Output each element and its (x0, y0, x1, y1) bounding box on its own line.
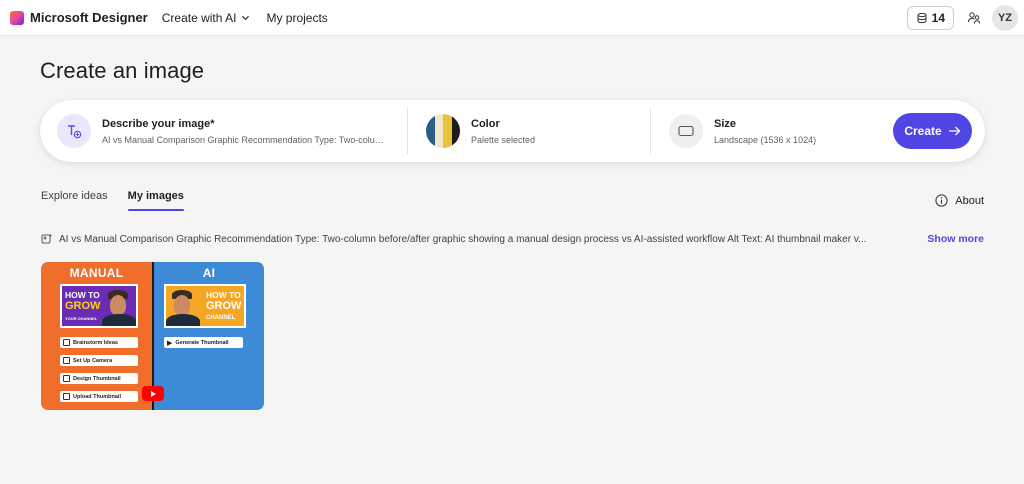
manual-thumbnail-card: HOW TO GROW YOUR CHANNEL (60, 284, 138, 328)
size-picker[interactable]: Size Landscape (1536 x 1024) (651, 100, 901, 162)
tab-my-images[interactable]: My images (127, 190, 185, 212)
step-design: Design Thumbnail (60, 373, 138, 384)
step-label: Brainstorm Ideas (73, 339, 118, 346)
credits-button[interactable]: 14 (906, 5, 954, 30)
create-button[interactable]: Create (893, 113, 972, 149)
presenter-shirt (166, 314, 200, 326)
palette-color (443, 114, 452, 148)
coins-icon (917, 12, 927, 23)
image-prompt-icon (41, 233, 53, 244)
card-line1: HOW TO (206, 290, 241, 300)
step-label: Generate Thumbnail (175, 339, 229, 346)
card-line1: HOW TO (65, 290, 100, 300)
generated-prompt-row: AI vs Manual Comparison Graphic Recommen… (41, 233, 984, 245)
about-button[interactable]: About (935, 194, 984, 207)
color-label: Color (471, 117, 500, 130)
designer-logo-icon (10, 10, 24, 25)
presenter-shirt (102, 314, 136, 326)
youtube-icon (142, 386, 164, 401)
ai-thumbnail-card: HOW TO GROW CHANNEL (164, 284, 246, 328)
step-upload: Upload Thumbnail (60, 391, 138, 402)
step-label: Design Thumbnail (73, 375, 121, 382)
manual-title: MANUAL (69, 266, 124, 280)
avatar-initials: YZ (997, 11, 1013, 24)
palette-swatch (426, 114, 460, 148)
palette-color (451, 114, 460, 148)
size-value: Landscape (1536 x 1024) (714, 134, 817, 145)
step-generate: ▶ Generate Thumbnail (164, 337, 243, 348)
palette-color (426, 114, 435, 148)
upload-icon (63, 393, 70, 400)
color-picker[interactable]: Color Palette selected (408, 100, 650, 162)
share-button[interactable] (962, 6, 986, 30)
step-label: Set Up Camera (73, 357, 113, 364)
card-line2: GROW (206, 300, 242, 312)
nav-my-projects-label: My projects (266, 10, 328, 25)
ai-panel: AI HOW TO GROW CHANNEL ▶ Generate Thumbna… (154, 262, 264, 410)
manual-panel: MANUAL HOW TO GROW YOUR CHANNEL Brainsto… (41, 262, 152, 410)
palette-color (434, 114, 443, 148)
about-label: About (955, 194, 984, 207)
design-icon (63, 375, 70, 382)
step-brainstorm: Brainstorm Ideas (60, 337, 138, 348)
presenter-face (174, 295, 190, 315)
describe-value: AI vs Manual Comparison Graphic Recommen… (102, 134, 384, 145)
arrow-right-icon (948, 126, 961, 136)
step-camera: Set Up Camera (60, 355, 138, 366)
cursor-icon: ▶ (167, 339, 173, 347)
avatar[interactable]: YZ (992, 4, 1018, 31)
pencil-icon (63, 339, 70, 346)
nav-create-with-ai-label: Create with AI (161, 10, 237, 25)
card-line2: GROW (65, 300, 101, 312)
card-line3: YOUR CHANNEL (65, 316, 98, 321)
generated-prompt-text: AI vs Manual Comparison Graphic Recommen… (59, 233, 867, 245)
create-label: Create (904, 124, 942, 138)
people-share-icon (968, 11, 980, 24)
generated-image[interactable]: MANUAL HOW TO GROW YOUR CHANNEL Brainsto… (41, 262, 264, 410)
ai-title: AI (202, 266, 216, 280)
size-label: Size (714, 117, 737, 130)
step-label: Upload Thumbnail (73, 393, 121, 400)
text-to-image-icon (57, 114, 91, 148)
chevron-down-icon (242, 15, 250, 21)
describe-image-field[interactable]: Describe your image* AI vs Manual Compar… (40, 100, 407, 162)
card-line3: CHANNEL (206, 315, 236, 321)
prompt-card: Describe your image* AI vs Manual Compar… (40, 100, 985, 162)
info-icon (935, 194, 948, 207)
landscape-icon (669, 114, 703, 148)
tab-bar: Explore ideas My images (41, 190, 185, 212)
app-name: Microsoft Designer (30, 10, 148, 25)
color-value: Palette selected (471, 134, 536, 145)
nav-my-projects[interactable]: My projects (266, 11, 327, 25)
camera-icon (63, 357, 70, 364)
top-bar: Microsoft Designer Create with AI My pro… (0, 0, 1024, 36)
credits-count: 14 (931, 10, 945, 25)
brand[interactable]: Microsoft Designer (10, 10, 148, 25)
nav-create-with-ai[interactable]: Create with AI (162, 11, 251, 25)
show-more-link[interactable]: Show more (927, 233, 984, 245)
describe-label: Describe your image* (102, 117, 215, 130)
page-title: Create an image (40, 58, 205, 83)
tab-explore-ideas[interactable]: Explore ideas (41, 190, 108, 212)
presenter-face (110, 295, 126, 315)
